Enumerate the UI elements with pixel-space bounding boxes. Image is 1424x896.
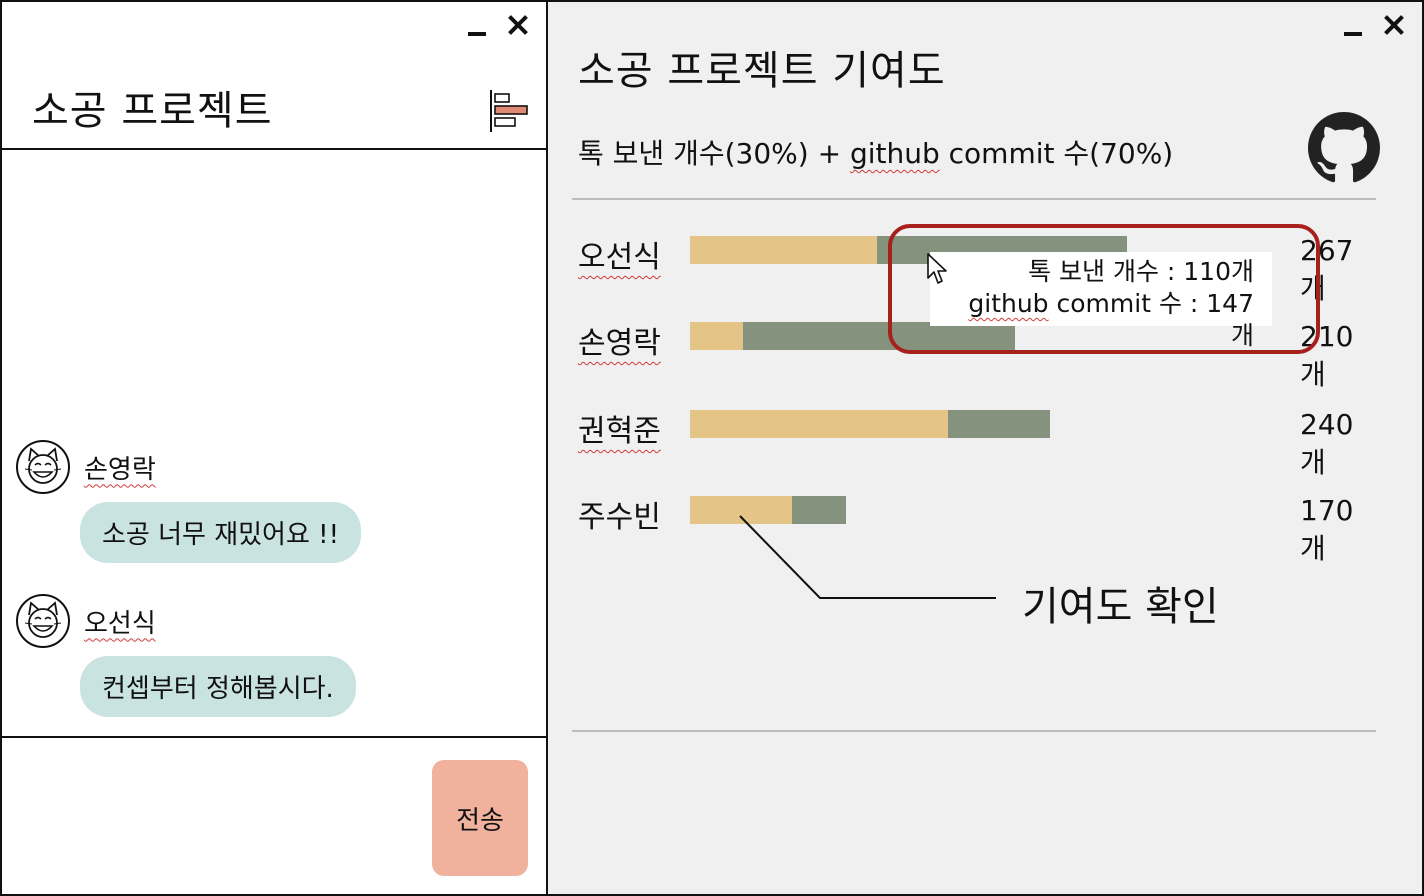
minimize-icon[interactable]	[468, 12, 488, 36]
bottom-divider	[572, 730, 1376, 732]
contribution-window: 소공 프로젝트 기여도 톡 보낸 개수(30%) + github commit…	[546, 0, 1424, 896]
message-segment	[690, 322, 743, 350]
member-row[interactable]: 주수빈 170개	[578, 494, 1378, 565]
commit-segment	[948, 410, 1050, 438]
member-name: 손영락	[578, 326, 661, 361]
callout-label: 기여도 확인	[1022, 584, 1219, 630]
formula-prefix: 톡 보낸 개수(30%) +	[578, 137, 850, 170]
stats-title: 소공 프로젝트 기여도	[578, 48, 946, 94]
message-segment	[690, 410, 948, 438]
chat-message-list[interactable]: 손영락 소공 너무 재밌어요 !! 오선식 컨셉부터 정해봅시다.	[2, 152, 546, 736]
message-bubble: 소공 너무 재밌어요 !!	[80, 502, 361, 563]
stacked-bar[interactable]	[690, 410, 1050, 438]
message-segment	[690, 236, 877, 264]
bar-chart-icon[interactable]	[488, 88, 530, 134]
member-row[interactable]: 권혁준 240개	[578, 408, 1378, 479]
chat-window-controls	[468, 12, 528, 36]
close-icon[interactable]	[506, 12, 528, 36]
github-icon[interactable]	[1308, 112, 1380, 184]
chat-window: 소공 프로젝트 손영락 소공 너무 재밌어요 !! 오선식 컨셉부터 정해봅시다…	[0, 0, 548, 896]
minimize-icon[interactable]	[1344, 12, 1364, 36]
chat-header: 소공 프로젝트	[2, 2, 546, 150]
formula-suffix: commit 수(70%)	[939, 137, 1174, 170]
member-name: 주수빈	[578, 500, 661, 535]
cat-avatar-icon	[16, 594, 70, 648]
message-header: 손영락	[16, 440, 361, 494]
tooltip-highlight-box	[888, 224, 1320, 354]
message-header: 오선식	[16, 594, 356, 648]
chat-input-area[interactable]: 전송	[2, 736, 546, 894]
message-bubble: 컨셉부터 정해봅시다.	[80, 656, 356, 717]
formula-github: github	[849, 137, 940, 170]
message-segment	[690, 496, 792, 524]
close-icon[interactable]	[1382, 12, 1404, 36]
mouse-cursor-icon	[927, 253, 947, 284]
stats-formula: 톡 보낸 개수(30%) + github commit 수(70%)	[578, 132, 1173, 172]
cat-avatar-icon	[16, 440, 70, 494]
commit-segment	[792, 496, 846, 524]
chat-title: 소공 프로젝트	[32, 88, 273, 134]
sender-name: 손영락	[84, 454, 156, 485]
chat-message: 손영락 소공 너무 재밌어요 !!	[16, 440, 361, 563]
member-total: 240개	[1300, 408, 1354, 479]
send-button[interactable]: 전송	[432, 760, 528, 876]
member-name: 권혁준	[578, 414, 661, 449]
sender-name: 오선식	[84, 608, 156, 639]
member-name: 오선식	[578, 240, 661, 275]
stats-window-controls	[1344, 12, 1404, 36]
stacked-bar[interactable]	[690, 496, 846, 524]
member-total: 170개	[1300, 494, 1354, 565]
chat-message: 오선식 컨셉부터 정해봅시다.	[16, 594, 356, 717]
top-divider	[572, 198, 1376, 200]
